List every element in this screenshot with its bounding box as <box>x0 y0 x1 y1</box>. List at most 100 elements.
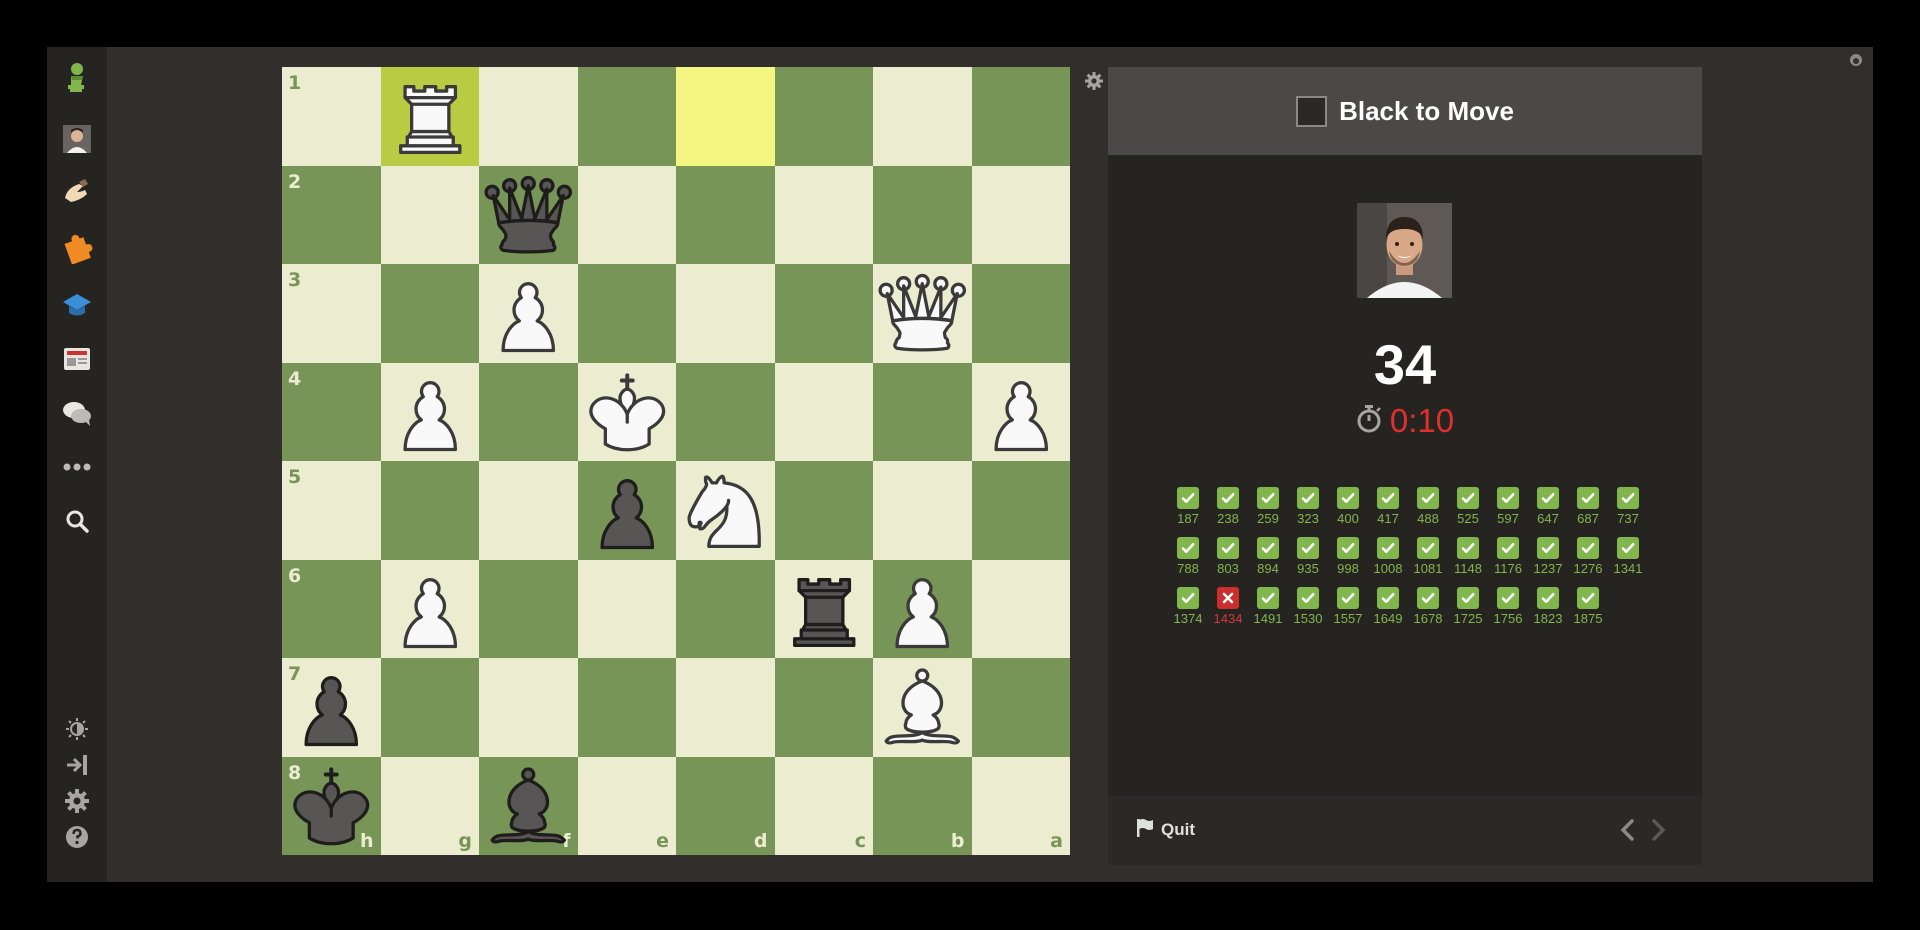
chat-bubbles-icon[interactable] <box>61 397 93 429</box>
board-square[interactable] <box>774 264 873 363</box>
board-square[interactable]: d <box>676 756 775 855</box>
white-pawn-icon[interactable] <box>381 363 480 462</box>
result-item[interactable]: 1374 <box>1168 587 1208 626</box>
white-pawn-icon[interactable] <box>972 363 1071 462</box>
result-item[interactable]: 1649 <box>1368 587 1408 626</box>
help-icon[interactable] <box>61 821 93 853</box>
board-square[interactable] <box>577 264 676 363</box>
board-square[interactable] <box>380 461 479 560</box>
result-item[interactable]: 1434 <box>1208 587 1248 626</box>
result-item[interactable]: 1725 <box>1448 587 1488 626</box>
play-hand-icon[interactable] <box>61 177 93 209</box>
board-square[interactable] <box>774 165 873 264</box>
board-square[interactable] <box>380 67 480 166</box>
board-square[interactable] <box>676 165 775 264</box>
result-item[interactable]: 803 <box>1208 537 1248 576</box>
more-dots-icon[interactable] <box>61 451 93 483</box>
search-icon[interactable] <box>61 505 93 537</box>
quit-button[interactable]: Quit <box>1135 818 1195 842</box>
result-item[interactable]: 1491 <box>1248 587 1288 626</box>
board-square[interactable]: g <box>380 756 479 855</box>
board-square[interactable] <box>577 658 676 757</box>
board-square[interactable] <box>577 461 677 560</box>
board-square[interactable] <box>873 362 972 461</box>
board-square[interactable] <box>774 461 873 560</box>
black-king-icon[interactable] <box>282 757 381 856</box>
result-item[interactable]: 1237 <box>1528 537 1568 576</box>
board-square[interactable] <box>676 658 775 757</box>
brightness-icon[interactable] <box>61 713 93 745</box>
board-square[interactable] <box>479 658 578 757</box>
board-square[interactable] <box>676 362 775 461</box>
board-square[interactable]: 6 <box>282 559 381 658</box>
result-item[interactable]: 187 <box>1168 487 1208 526</box>
result-item[interactable]: 1276 <box>1568 537 1608 576</box>
result-item[interactable]: 1756 <box>1488 587 1528 626</box>
board-square[interactable] <box>479 461 578 560</box>
result-item[interactable]: 935 <box>1288 537 1328 576</box>
board-square[interactable] <box>380 362 480 462</box>
board-square[interactable] <box>380 165 479 264</box>
board-square[interactable] <box>380 264 479 363</box>
result-item[interactable]: 737 <box>1608 487 1648 526</box>
board-square[interactable] <box>873 264 972 363</box>
black-pawn-icon[interactable] <box>578 461 677 560</box>
white-knight-icon[interactable] <box>676 461 775 560</box>
white-queen-icon[interactable] <box>873 264 972 363</box>
white-pawn-icon[interactable] <box>381 560 480 659</box>
result-item[interactable]: 1678 <box>1408 587 1448 626</box>
white-king-icon[interactable] <box>578 363 677 462</box>
board-square[interactable] <box>873 461 972 560</box>
white-pawn-icon[interactable] <box>479 264 578 363</box>
board-square[interactable] <box>577 559 676 658</box>
board-square[interactable] <box>577 165 676 264</box>
result-item[interactable]: 1557 <box>1328 587 1368 626</box>
result-item[interactable]: 1530 <box>1288 587 1328 626</box>
board-square[interactable] <box>676 461 775 560</box>
board-square[interactable]: 2 <box>282 165 381 264</box>
board-square[interactable] <box>479 67 578 166</box>
white-bishop-icon[interactable] <box>873 658 972 757</box>
result-item[interactable]: 647 <box>1528 487 1568 526</box>
black-bishop-icon[interactable] <box>479 757 578 856</box>
board-square[interactable]: 4 <box>282 362 381 461</box>
board-square[interactable] <box>971 658 1070 757</box>
board-square[interactable]: 5 <box>282 461 381 560</box>
black-rook-icon[interactable] <box>775 560 874 659</box>
result-item[interactable]: 400 <box>1328 487 1368 526</box>
result-item[interactable]: 417 <box>1368 487 1408 526</box>
board-square[interactable] <box>774 658 873 757</box>
board-square[interactable] <box>774 559 874 659</box>
result-item[interactable]: 525 <box>1448 487 1488 526</box>
board-square[interactable]: 7 <box>282 658 381 757</box>
white-rook-icon[interactable] <box>381 67 480 166</box>
board-square[interactable] <box>676 67 775 166</box>
board-square[interactable] <box>971 264 1070 363</box>
board-square[interactable] <box>873 165 972 264</box>
board-square[interactable] <box>774 362 873 461</box>
result-item[interactable]: 1341 <box>1608 537 1648 576</box>
board-square[interactable]: 1 <box>282 67 381 166</box>
chess-board[interactable]: 1 2 3 4 5 6 78h gf e d c b a <box>282 67 1070 855</box>
result-item[interactable]: 259 <box>1248 487 1288 526</box>
result-item[interactable]: 1148 <box>1448 537 1488 576</box>
board-square[interactable]: b <box>873 756 972 855</box>
result-item[interactable]: 238 <box>1208 487 1248 526</box>
next-arrow-icon[interactable] <box>1648 818 1668 842</box>
board-square[interactable] <box>479 559 578 658</box>
board-square[interactable] <box>479 362 578 461</box>
board-square[interactable] <box>873 559 972 659</box>
result-item[interactable]: 1176 <box>1488 537 1528 576</box>
collapse-icon[interactable] <box>61 749 93 781</box>
extension-icon[interactable] <box>1849 52 1863 66</box>
profile-avatar-icon[interactable] <box>61 123 93 155</box>
board-square[interactable] <box>774 67 873 166</box>
result-item[interactable]: 323 <box>1288 487 1328 526</box>
news-icon[interactable] <box>61 343 93 375</box>
white-pawn-icon[interactable] <box>873 560 972 659</box>
board-square[interactable] <box>479 264 578 363</box>
board-square[interactable] <box>577 67 676 166</box>
board-square[interactable]: 8h <box>282 756 381 856</box>
board-square[interactable] <box>971 461 1070 560</box>
board-square[interactable] <box>676 264 775 363</box>
